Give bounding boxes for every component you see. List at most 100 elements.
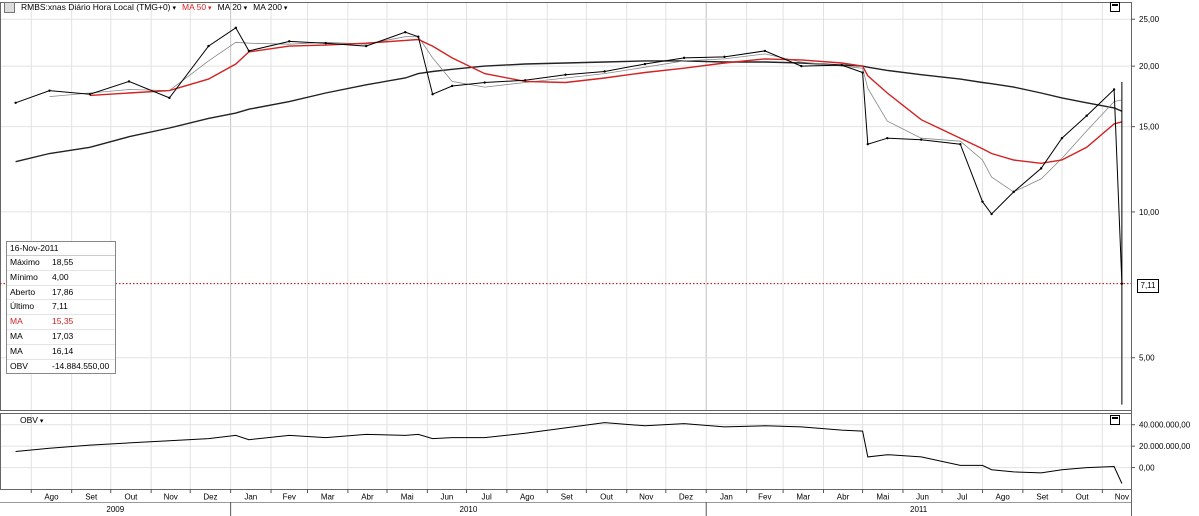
month-tick-label: Nov [1115, 493, 1129, 502]
ma20-menu[interactable]: MA 20 [218, 2, 248, 12]
price-point [431, 93, 434, 96]
price-point [763, 49, 767, 53]
price-point [643, 62, 647, 66]
price-point [990, 212, 993, 216]
legend-row: Aberto 17,86 [7, 286, 115, 301]
price-panel-frame [0, 2, 1132, 411]
price-point [840, 63, 843, 67]
price-point [1112, 88, 1116, 91]
maximize-price-panel-button[interactable] [1110, 2, 1120, 12]
month-tick-label: Jun [440, 493, 453, 502]
price-point [959, 142, 962, 146]
month-tick-label: Ago [996, 493, 1011, 502]
price-point [207, 44, 210, 48]
chart-window: Ago Set Out Nov Dez Jan Fev Mar Abr Mai Jun Jul Ago S… [0, 0, 1199, 516]
month-tick-label: Ago [520, 493, 535, 502]
price-point [564, 73, 567, 76]
month-tick-label: Jul [482, 493, 492, 502]
legend-row-label: Último [10, 301, 35, 312]
symbol-menu[interactable]: RMBS:xnas Diário Hora Local (TMG+0) [21, 2, 176, 12]
legend-row-value: 18,55 [52, 257, 74, 267]
legend-row-value: 17,03 [52, 330, 74, 341]
legend-row-label: MA [10, 316, 23, 327]
price-point [168, 96, 171, 100]
ma200-series-line [15, 60, 1123, 163]
ma50-menu[interactable]: MA 50 [182, 2, 212, 12]
price-point [981, 200, 984, 203]
legend-row-label: MA [10, 345, 23, 356]
month-tick-label: Jan [720, 493, 733, 502]
ma200-menu[interactable]: MA 200 [253, 2, 287, 12]
price-point [48, 89, 51, 92]
price-point [523, 79, 527, 82]
obv-menu[interactable]: OBV [20, 415, 43, 425]
year-tick-label: 2009 [106, 505, 124, 514]
price-point [603, 70, 606, 73]
price-point [324, 42, 327, 45]
month-tick-label: Abr [837, 493, 850, 502]
month-tick-label: Mai [876, 493, 889, 502]
ma50-series-line [89, 38, 1123, 165]
price-tick-label: 15,00 [1139, 123, 1160, 132]
legend-row-value: 4,00 [52, 271, 69, 282]
month-tick-label: Mai [401, 493, 414, 502]
maximize-obv-panel-button[interactable] [1110, 415, 1120, 425]
obv-series-line [15, 422, 1123, 484]
legend-row-value: 16,14 [52, 345, 74, 356]
month-tick-label: Set [561, 493, 574, 502]
price-point [417, 35, 420, 38]
month-tick-label: Nov [639, 493, 653, 502]
legend-row-label: Máximo [10, 257, 40, 267]
month-tick-label: Fev [758, 493, 771, 502]
legend-row: Último 7,11 [7, 300, 115, 316]
legend-row-label: MA [10, 330, 23, 341]
legend-row-label: Aberto [10, 286, 36, 297]
month-tick-label: Mar [321, 493, 335, 502]
legend-row-label: OBV [10, 360, 28, 371]
price-point [1060, 136, 1064, 140]
price-point [88, 93, 92, 96]
price-tick-label: 25,00 [1139, 15, 1160, 24]
legend-date: 16-Nov-2011 [7, 242, 115, 256]
last-price-tag: 7,11 [1137, 279, 1159, 293]
month-tick-label: Jan [244, 493, 257, 502]
price-tick-label: 5,00 [1139, 354, 1155, 363]
price-point [861, 71, 864, 74]
price-point [886, 136, 889, 140]
legend-row: MA 17,03 [7, 330, 115, 345]
month-tick-label: Out [124, 493, 138, 502]
chart-header: RMBS:xnas Diário Hora Local (TMG+0) MA 5… [4, 1, 287, 13]
month-tick-label: Dez [203, 493, 217, 502]
month-tick-label: Nov [164, 493, 178, 502]
legend-row-value: 15,35 [52, 316, 74, 327]
price-point [288, 40, 291, 43]
month-tick-label: Set [85, 493, 98, 502]
obv-tick-label: 20.000.000,00 [1139, 442, 1191, 451]
price-point [364, 44, 368, 48]
legend-row: MA 15,35 [7, 315, 115, 330]
price-point [866, 142, 869, 146]
price-point [483, 81, 486, 84]
legend-row: Máximo 18,55 [7, 256, 115, 271]
price-point [1085, 114, 1088, 117]
price-point [1039, 167, 1043, 170]
data-window: 16-Nov-2011 Máximo 18,55 Mínimo 4,00 Aberto 1… [6, 241, 116, 375]
ma20-series-line [49, 36, 1122, 193]
month-tick-label: Mar [796, 493, 810, 502]
month-tick-label: Jun [916, 493, 929, 502]
month-tick-label: Fev [283, 493, 296, 502]
legend-row: MA 16,14 [7, 345, 115, 360]
legend-row: Mínimo 4,00 [7, 271, 115, 286]
obv-tick-label: 0,00 [1139, 464, 1155, 473]
month-tick-label: Out [1076, 493, 1090, 502]
month-tick-label: Ago [44, 493, 59, 502]
price-point [234, 26, 238, 29]
legend-row: OBV -14.884.550,00 [7, 360, 115, 374]
year-tick-label: 2010 [460, 505, 478, 514]
month-tick-label: Out [600, 493, 614, 502]
chart-svg[interactable]: Ago Set Out Nov Dez Jan Fev Mar Abr Mai Jun Jul Ago S… [0, 0, 1199, 516]
legend-row-value: 7,11 [52, 301, 68, 312]
price-tick-label: 20,00 [1139, 62, 1160, 71]
price-point [723, 55, 726, 59]
chart-type-icon[interactable] [4, 1, 15, 13]
